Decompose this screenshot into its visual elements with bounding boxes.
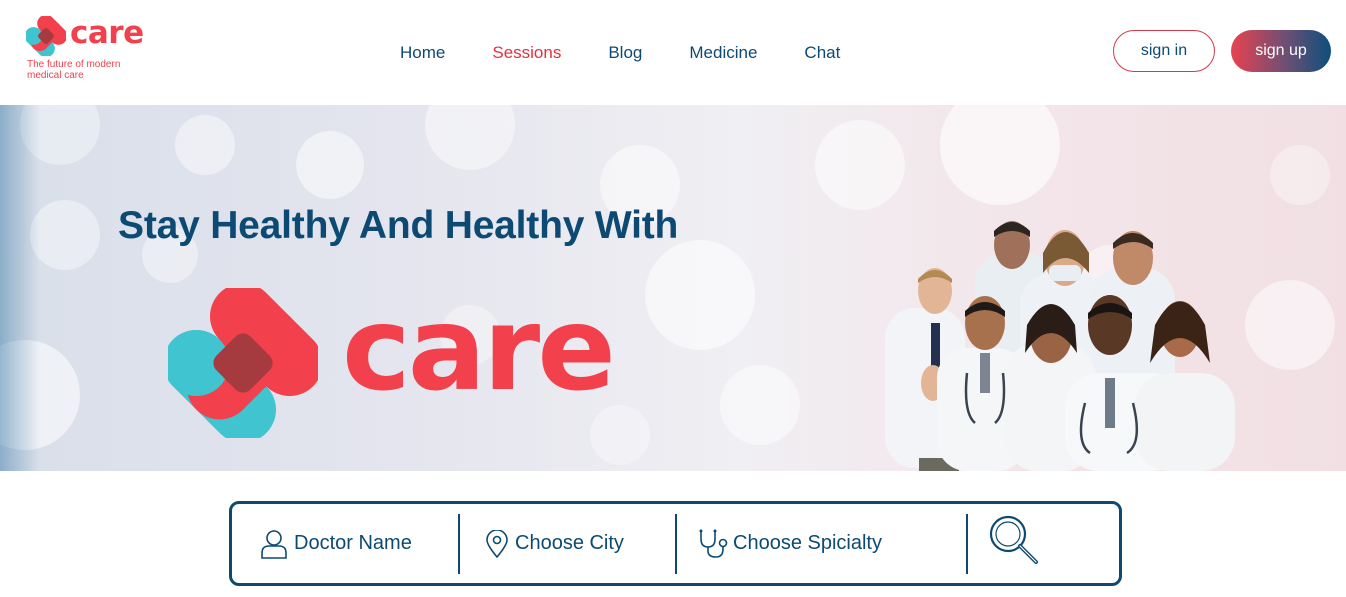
search-divider [966,514,968,574]
doctor-name-label: Doctor Name [294,532,412,554]
brand-mark-large-icon [168,288,318,438]
magnifier-icon [989,515,1038,564]
stethoscope-icon [699,529,728,558]
city-label: Choose City [515,532,624,554]
city-field[interactable]: Choose City [485,504,624,583]
brand-logo[interactable]: care The future of modern medical care [26,14,146,84]
sign-up-button[interactable]: sign up [1231,30,1331,72]
nav-item-chat[interactable]: Chat [804,43,840,65]
site-header: care The future of modern medical care H… [0,0,1346,105]
nav-item-home[interactable]: Home [400,43,445,65]
doctors-group-photo [885,221,1235,471]
sign-in-button[interactable]: sign in [1113,30,1215,72]
doctor-name-field[interactable]: Doctor Name [260,504,412,583]
location-pin-icon [486,529,508,558]
nav-item-medicine[interactable]: Medicine [689,43,757,65]
main-nav: Home Sessions Blog Medicine Chat [400,43,887,65]
nav-item-sessions[interactable]: Sessions [492,43,561,65]
search-submit-button[interactable] [988,514,1042,568]
doctor-search-bar: Doctor Name Choose City Choose Spicialty [229,501,1122,586]
nav-item-blog[interactable]: Blog [608,43,642,65]
brand-wordmark: care [70,15,144,51]
brand-tagline: The future of modern medical care [27,59,121,81]
search-divider [458,514,460,574]
specialty-field[interactable]: Choose Spicialty [697,504,882,583]
user-icon [261,529,287,559]
brand-mark-icon [26,16,66,56]
hero-brand-logo: care [168,282,616,438]
hero-title: Stay Healthy And Healthy With [118,204,679,247]
hero-edge-shade [0,105,40,471]
hero-banner: Stay Healthy And Healthy With care [0,105,1346,471]
search-divider [675,514,677,574]
hero-brand-wordmark: care [342,282,616,417]
specialty-label: Choose Spicialty [733,532,882,554]
